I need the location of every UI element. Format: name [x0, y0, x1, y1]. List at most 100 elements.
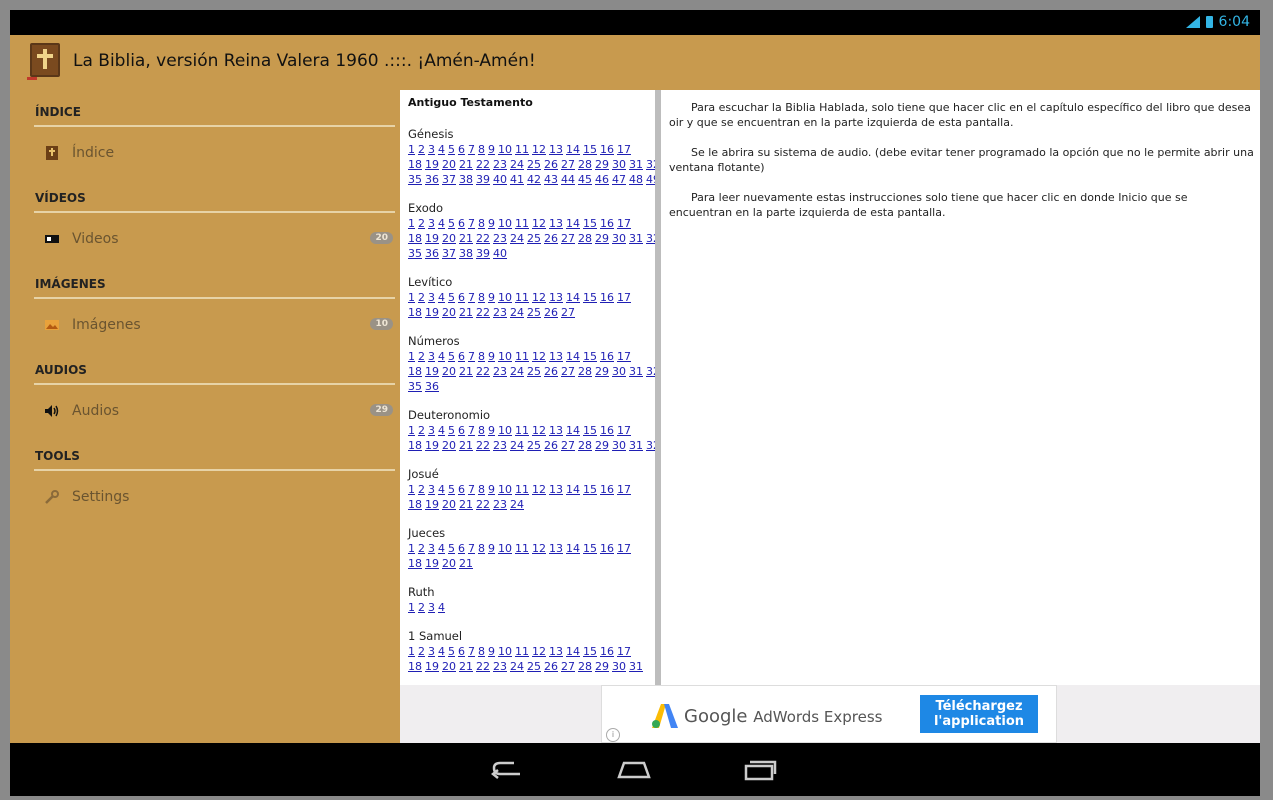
chapter-link[interactable]: 26	[544, 660, 558, 673]
chapter-link[interactable]: 8	[478, 291, 485, 304]
chapter-link[interactable]: 12	[532, 217, 546, 230]
chapter-link[interactable]: 14	[566, 542, 580, 555]
chapter-link[interactable]: 36	[425, 173, 439, 186]
chapter-link[interactable]: 4	[438, 350, 445, 363]
chapter-link[interactable]: 27	[561, 365, 575, 378]
chapter-link[interactable]: 29	[595, 232, 609, 245]
chapter-link[interactable]: 23	[493, 158, 507, 171]
chapter-link[interactable]: 21	[459, 306, 473, 319]
chapter-link[interactable]: 40	[493, 173, 507, 186]
chapter-link[interactable]: 36	[425, 247, 439, 260]
chapter-link[interactable]: 28	[578, 158, 592, 171]
chapter-link[interactable]: 12	[532, 542, 546, 555]
chapter-link[interactable]: 6	[458, 291, 465, 304]
chapter-link[interactable]: 24	[510, 365, 524, 378]
chapter-link[interactable]: 31	[629, 158, 643, 171]
chapter-link[interactable]: 25	[527, 660, 541, 673]
chapter-link[interactable]: 10	[498, 350, 512, 363]
chapter-link[interactable]: 12	[532, 645, 546, 658]
drawer-item-imagenes[interactable]: Imágenes 10	[34, 309, 395, 341]
chapter-link[interactable]: 20	[442, 365, 456, 378]
chapter-link[interactable]: 1	[408, 424, 415, 437]
chapter-link[interactable]: 23	[493, 439, 507, 452]
chapter-link[interactable]: 23	[493, 498, 507, 511]
chapter-link[interactable]: 27	[561, 660, 575, 673]
chapter-link[interactable]: 11	[515, 217, 529, 230]
chapter-link[interactable]: 16	[600, 291, 614, 304]
chapter-link[interactable]: 15	[583, 291, 597, 304]
chapter-link[interactable]: 22	[476, 498, 490, 511]
chapter-link[interactable]: 24	[510, 158, 524, 171]
chapter-link[interactable]: 1	[408, 645, 415, 658]
chapter-link[interactable]: 11	[515, 291, 529, 304]
chapter-link[interactable]: 3	[428, 483, 435, 496]
chapter-link[interactable]: 2	[418, 601, 425, 614]
chapter-link[interactable]: 11	[515, 424, 529, 437]
chapter-link[interactable]: 1	[408, 542, 415, 555]
chapter-link[interactable]: 30	[612, 232, 626, 245]
chapter-link[interactable]: 36	[425, 380, 439, 393]
chapter-link[interactable]: 14	[566, 143, 580, 156]
chapter-link[interactable]: 19	[425, 660, 439, 673]
chapter-link[interactable]: 8	[478, 424, 485, 437]
chapter-link[interactable]: 17	[617, 217, 631, 230]
chapter-link[interactable]: 1	[408, 601, 415, 614]
chapter-link[interactable]: 31	[629, 232, 643, 245]
chapter-link[interactable]: 3	[428, 143, 435, 156]
chapter-link[interactable]: 3	[428, 424, 435, 437]
chapter-link[interactable]: 20	[442, 557, 456, 570]
chapter-link[interactable]: 6	[458, 143, 465, 156]
chapter-link[interactable]: 2	[418, 291, 425, 304]
chapter-link[interactable]: 6	[458, 542, 465, 555]
chapter-link[interactable]: 35	[408, 173, 422, 186]
home-icon[interactable]	[616, 757, 652, 781]
chapter-link[interactable]: 9	[488, 483, 495, 496]
chapter-link[interactable]: 19	[425, 158, 439, 171]
chapter-link[interactable]: 9	[488, 645, 495, 658]
chapter-link[interactable]: 7	[468, 483, 475, 496]
chapter-link[interactable]: 24	[510, 660, 524, 673]
chapter-link[interactable]: 13	[549, 645, 563, 658]
chapter-link[interactable]: 6	[458, 424, 465, 437]
chapter-link[interactable]: 1	[408, 483, 415, 496]
chapter-link[interactable]: 20	[442, 660, 456, 673]
chapter-link[interactable]: 22	[476, 232, 490, 245]
chapter-link[interactable]: 26	[544, 232, 558, 245]
recent-apps-icon[interactable]	[742, 757, 778, 781]
chapter-link[interactable]: 14	[566, 350, 580, 363]
chapter-link[interactable]: 23	[493, 306, 507, 319]
chapter-link[interactable]: 29	[595, 439, 609, 452]
chapter-link[interactable]: 30	[612, 158, 626, 171]
chapter-link[interactable]: 11	[515, 645, 529, 658]
chapter-link[interactable]: 18	[408, 498, 422, 511]
chapter-link[interactable]: 6	[458, 645, 465, 658]
chapter-link[interactable]: 24	[510, 232, 524, 245]
chapter-link[interactable]: 16	[600, 143, 614, 156]
drawer-item-settings[interactable]: Settings	[34, 481, 395, 513]
chapter-link[interactable]: 27	[561, 439, 575, 452]
ad-info-icon[interactable]: i	[606, 728, 620, 742]
drawer-item-audios[interactable]: Audios 29	[34, 395, 395, 427]
chapter-link[interactable]: 16	[600, 217, 614, 230]
chapter-link[interactable]: 37	[442, 247, 456, 260]
chapter-link[interactable]: 1	[408, 143, 415, 156]
chapter-link[interactable]: 2	[418, 350, 425, 363]
chapter-link[interactable]: 19	[425, 306, 439, 319]
chapter-link[interactable]: 14	[566, 217, 580, 230]
chapter-link[interactable]: 8	[478, 483, 485, 496]
drawer-item-videos[interactable]: Videos 20	[34, 223, 395, 255]
chapter-link[interactable]: 30	[612, 365, 626, 378]
chapter-link[interactable]: 13	[549, 424, 563, 437]
chapter-link[interactable]: 10	[498, 542, 512, 555]
chapter-link[interactable]: 16	[600, 350, 614, 363]
chapter-link[interactable]: 30	[612, 660, 626, 673]
chapter-link[interactable]: 35	[408, 247, 422, 260]
chapter-link[interactable]: 47	[612, 173, 626, 186]
chapter-link[interactable]: 12	[532, 350, 546, 363]
chapter-link[interactable]: 15	[583, 483, 597, 496]
chapter-link[interactable]: 4	[438, 291, 445, 304]
chapter-link[interactable]: 16	[600, 542, 614, 555]
chapter-link[interactable]: 30	[612, 439, 626, 452]
chapter-link[interactable]: 19	[425, 498, 439, 511]
chapter-link[interactable]: 15	[583, 217, 597, 230]
